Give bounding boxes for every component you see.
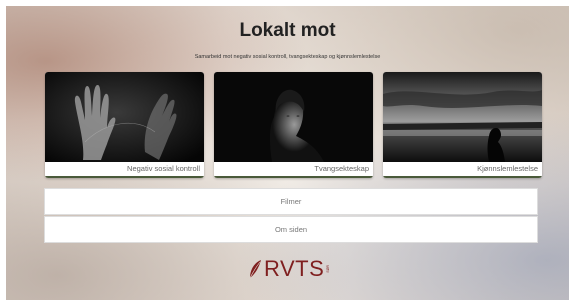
card-tvangsekteskap[interactable]: Tvangsekteskap xyxy=(214,72,373,178)
leaf-logo-icon xyxy=(249,260,261,279)
hands-icon xyxy=(45,72,204,162)
card-accent-bar xyxy=(214,176,373,178)
card-label: Kjønnslemlestelse xyxy=(477,164,538,173)
card-label: Tvangsekteskap xyxy=(314,164,369,173)
rvts-logo[interactable]: RVTS SØR xyxy=(248,256,330,282)
menu-item-filmer[interactable]: Filmer xyxy=(44,188,538,215)
menu-item-om-siden[interactable]: Om siden xyxy=(44,216,538,243)
page-subtitle: Samarbeid mot negativ sosial kontroll, t… xyxy=(194,54,381,60)
card-accent-bar xyxy=(45,176,204,178)
card-label: Negativ sosial kontroll xyxy=(127,164,200,173)
lake-silhouette-icon xyxy=(383,72,542,162)
logo-region: SØR xyxy=(326,265,331,273)
logo-wordmark: RVTS xyxy=(264,256,325,281)
card-kjonnslemlestelse[interactable]: Kjønnslemlestelse xyxy=(383,72,542,178)
card-negativ-sosial-kontroll[interactable]: Negativ sosial kontroll xyxy=(45,72,204,178)
card-accent-bar xyxy=(383,176,542,178)
woman-portrait-icon xyxy=(214,72,373,162)
page-title: Lokalt mot xyxy=(239,20,336,41)
